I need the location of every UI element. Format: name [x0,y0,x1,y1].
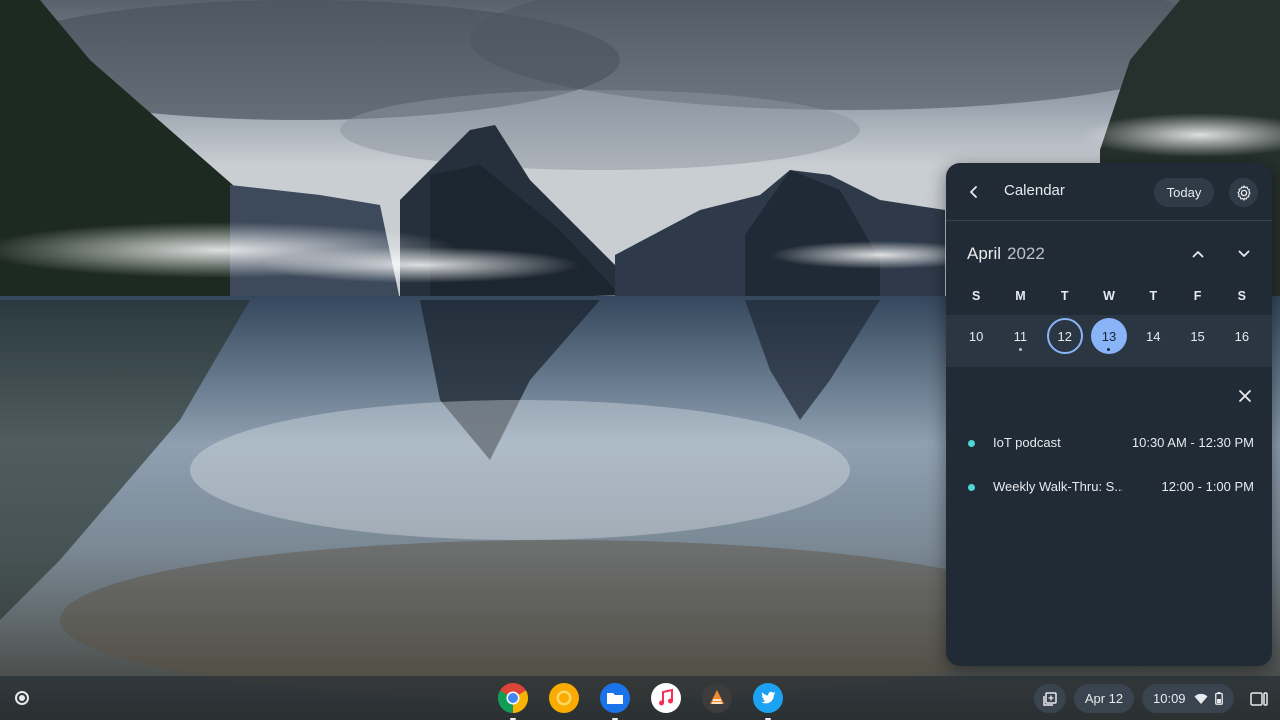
sketch-app-icon [702,683,732,713]
chrome-canary-app[interactable] [548,682,580,714]
chevron-left-icon [970,186,977,198]
twitter-app[interactable] [752,682,784,720]
wifi-icon [1194,693,1208,704]
day-number: 15 [1190,328,1205,344]
weekday-label: T [1149,289,1158,303]
event-title: IoT podcast [993,435,1061,450]
day-number: 12 [1046,318,1083,354]
overview-icon [1250,691,1268,706]
chevron-down-icon [1238,250,1250,257]
weekday-header: S M T W T F S [954,289,1264,303]
day-number: 14 [1146,328,1161,344]
back-button[interactable] [962,180,986,204]
month-label: April [967,244,1002,263]
week-days-row: 10 11 12 13 14 15 16 [954,317,1264,355]
day-cell-today[interactable]: 12 [1043,317,1087,355]
day-cell[interactable]: 16 [1220,317,1264,355]
day-number: 16 [1234,328,1250,344]
shelf: Apr 12 10:09 [0,676,1280,720]
event-title: Weekly Walk-Thru: S... [993,479,1123,494]
close-icon [1239,390,1251,402]
event-time: 10:30 AM - 12:30 PM [1131,435,1254,450]
time-label: 10:09 [1153,691,1186,706]
chevron-up-icon [1192,251,1204,258]
next-month-button[interactable] [1233,243,1255,265]
day-cell[interactable]: 14 [1131,317,1175,355]
event-color-dot [968,484,975,491]
files-app[interactable] [599,682,631,720]
calendar-title: Calendar [1004,182,1065,199]
day-cell-selected[interactable]: 13 [1087,317,1131,355]
holding-space-icon [1043,691,1057,706]
day-number: 10 [968,328,984,344]
weekday-label: T [1060,289,1069,303]
today-button[interactable]: Today [1154,178,1214,207]
day-cell[interactable]: 15 [1175,317,1219,355]
event-list-item[interactable]: IoT podcast 10:30 AM - 12:30 PM [946,423,1272,463]
chrome-canary-icon [549,683,579,713]
holding-space-button[interactable] [1034,684,1066,713]
calendar-panel: Calendar Today April 2022 S M T W T F S 1… [946,163,1272,666]
settings-button[interactable] [1229,178,1258,207]
chrome-icon [497,683,529,713]
weekday-label: S [971,289,981,303]
previous-month-button[interactable] [1187,243,1209,265]
gear-icon [1236,184,1251,201]
battery-icon [1214,692,1223,705]
launcher-icon [15,691,29,705]
event-list-item[interactable]: Weekly Walk-Thru: S... 12:00 - 1:00 PM [946,467,1272,507]
day-cell[interactable]: 11 [998,317,1042,355]
event-indicator-dot [1018,348,1022,351]
event-time: 12:00 - 1:00 PM [1161,479,1255,494]
weekday-label: W [1103,289,1115,303]
close-events-button[interactable] [1234,385,1256,407]
event-color-dot [968,440,975,447]
launcher-button[interactable] [8,684,36,712]
chrome-app[interactable] [497,682,529,720]
date-label: Apr 12 [1084,691,1124,706]
calendar-header: Calendar Today [946,163,1272,221]
year-label: 2022 [1007,244,1045,263]
overview-button[interactable] [1244,684,1274,713]
weekday-label: F [1193,289,1202,303]
day-cell[interactable]: 10 [954,317,998,355]
weekday-label: M [1015,289,1026,303]
month-year-label: April 2022 [967,244,1045,264]
files-icon [600,683,630,713]
music-icon [651,683,681,713]
twitter-icon [753,683,783,713]
music-app[interactable] [650,682,682,714]
status-area-button[interactable]: 10:09 [1142,684,1234,713]
sketch-app[interactable] [701,682,733,714]
weekday-label: S [1237,289,1246,303]
date-tray-button[interactable]: Apr 12 [1074,684,1134,713]
